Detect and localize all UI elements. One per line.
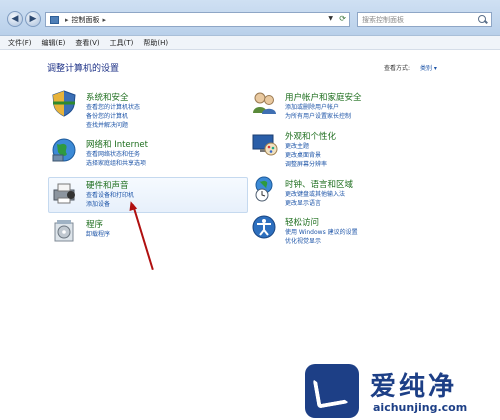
ease-of-access-icon[interactable]	[250, 213, 278, 241]
menu-bar: 文件(F) 编辑(E) 查看(V) 工具(T) 帮助(H)	[0, 36, 500, 50]
link-view-computer-status[interactable]: 查看您的计算机状态	[86, 102, 140, 111]
refresh-icon[interactable]: ⟳	[339, 14, 346, 23]
view-by-label: 查看方式:	[384, 65, 411, 72]
watermark-url: aichunjing.com	[373, 401, 468, 414]
search-input[interactable]: 搜索控制面板	[362, 15, 477, 25]
watermark-logo-icon	[305, 364, 359, 418]
link-homegroup-sharing[interactable]: 选择家庭组和共享选项	[86, 158, 146, 167]
network-globe-icon[interactable]	[50, 136, 78, 164]
hardware-sound-hover-highlight[interactable]	[48, 177, 248, 213]
link-add-remove-users[interactable]: 添加或删除用户帐户	[285, 102, 339, 111]
programs-disc-icon[interactable]	[50, 217, 78, 245]
watermark-title: 爱纯净	[370, 372, 458, 402]
link-add-device[interactable]: 添加设备	[86, 199, 110, 208]
view-by-dropdown[interactable]: 类别 ▾	[420, 63, 437, 72]
menu-help[interactable]: 帮助(H)	[143, 38, 168, 48]
menu-tools[interactable]: 工具(T)	[110, 38, 134, 48]
link-network-status[interactable]: 查看网络状态和任务	[86, 149, 140, 158]
search-box[interactable]: 搜索控制面板	[357, 12, 492, 27]
users-icon[interactable]	[250, 89, 278, 117]
breadcrumb-control-panel[interactable]: 控制面板	[72, 15, 100, 25]
link-uninstall-program[interactable]: 卸载程序	[86, 229, 110, 238]
forward-arrow-icon: ▶	[29, 14, 37, 24]
link-optimize-display[interactable]: 优化视觉显示	[285, 236, 321, 245]
back-arrow-icon: ◀	[11, 14, 19, 24]
address-dropdown-icon[interactable]: ▼	[328, 15, 333, 22]
link-find-fix-problems[interactable]: 查找并解决问题	[86, 120, 128, 129]
link-devices-printers[interactable]: 查看设备和打印机	[86, 190, 134, 199]
page-title: 调整计算机的设置	[47, 64, 120, 74]
menu-file[interactable]: 文件(F)	[8, 38, 32, 48]
back-button[interactable]: ◀	[7, 11, 23, 27]
shield-icon[interactable]	[50, 89, 78, 117]
monitor-palette-icon[interactable]	[250, 130, 278, 158]
forward-button[interactable]: ▶	[25, 11, 41, 27]
breadcrumb-separator-2[interactable]: ▸	[103, 16, 107, 24]
title-bar: ◀ ▶ ▸ 控制面板 ▸ ▼ ⟳ 搜索控制面板	[0, 0, 500, 36]
menu-view[interactable]: 查看(V)	[75, 38, 99, 48]
link-change-theme[interactable]: 更改主题	[285, 141, 309, 150]
watermark-logo-shape	[312, 373, 350, 409]
link-parental-controls[interactable]: 为所有用户设置家长控制	[285, 111, 351, 120]
link-recommended-settings[interactable]: 使用 Windows 建议的设置	[285, 227, 358, 236]
clock-globe-icon[interactable]	[250, 175, 278, 203]
control-panel-icon	[50, 15, 59, 24]
printer-speaker-icon[interactable]	[50, 179, 78, 207]
link-change-desktop-background[interactable]: 更改桌面背景	[285, 150, 321, 159]
link-change-keyboard[interactable]: 更改键盘或其他输入法	[285, 189, 345, 198]
annotation-arrow-line	[132, 204, 154, 271]
menu-edit[interactable]: 编辑(E)	[42, 38, 66, 48]
breadcrumb-separator: ▸	[65, 15, 69, 24]
watermark: 爱纯净 aichunjing.com	[305, 364, 495, 418]
link-backup-computer[interactable]: 备份您的计算机	[86, 111, 128, 120]
search-icon[interactable]	[477, 14, 489, 26]
link-adjust-resolution[interactable]: 调整屏幕分辨率	[285, 159, 327, 168]
link-change-display-language[interactable]: 更改显示语言	[285, 198, 321, 207]
address-bar[interactable]: ▸ 控制面板 ▸ ▼ ⟳	[45, 12, 350, 27]
